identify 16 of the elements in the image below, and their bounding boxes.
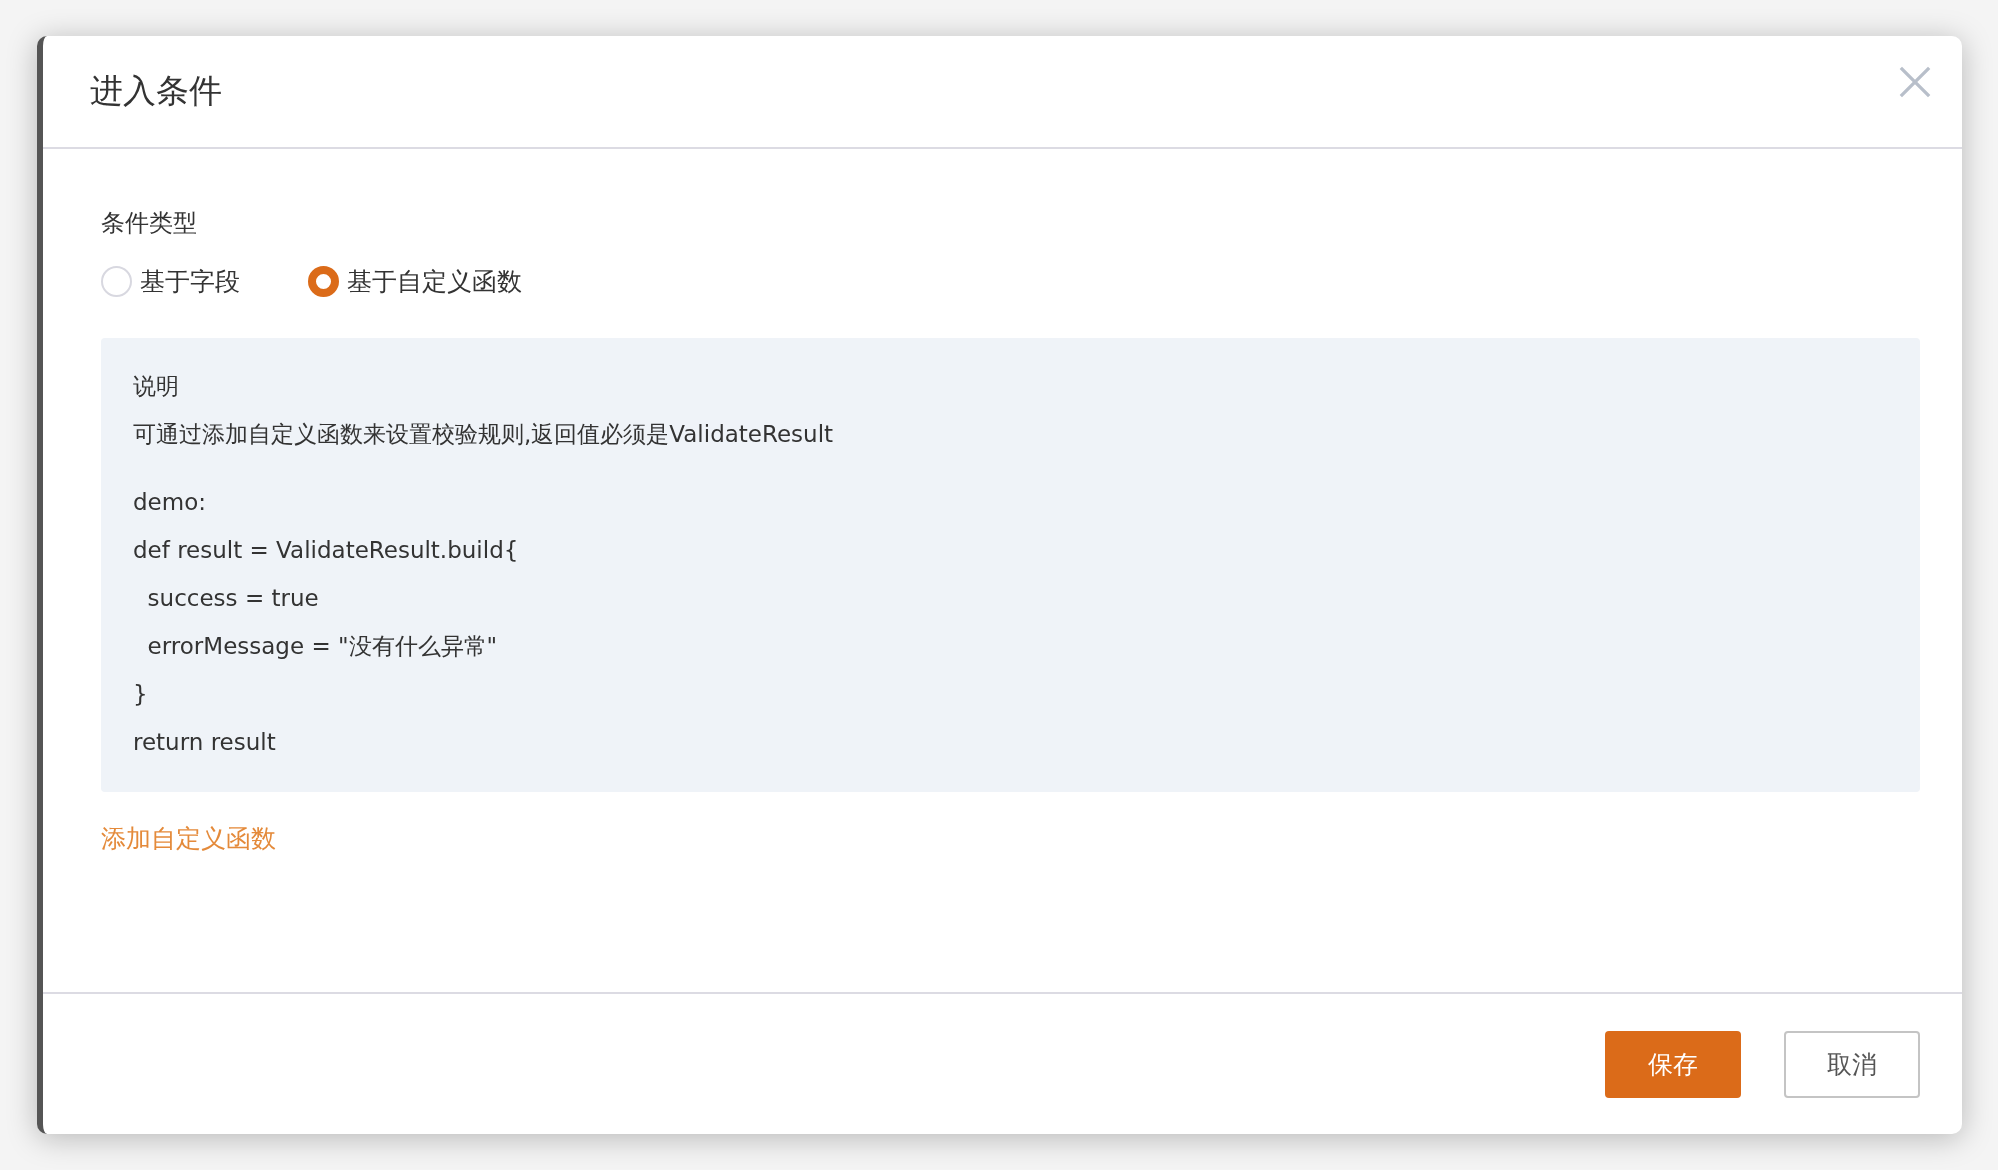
code-line: success = true: [146, 584, 320, 613]
code-line: demo:: [133, 488, 207, 517]
close-button[interactable]: [1898, 64, 1932, 99]
cancel-button[interactable]: 取消: [1784, 1030, 1920, 1098]
close-icon: [1898, 64, 1932, 99]
code-line: errorMessage = "没有什么异常": [146, 632, 499, 661]
info-heading: 说明: [133, 372, 180, 401]
radio-label[interactable]: 基于自定义函数: [347, 265, 522, 298]
radio-button[interactable]: [308, 266, 339, 297]
code-line: return result: [133, 728, 277, 757]
code-line: def result = ValidateResult.build{: [133, 536, 520, 565]
description-text: 可通过添加自定义函数来设置校验规则,返回值必须是ValidateResult: [133, 420, 835, 449]
field-label: 条件类型: [101, 208, 197, 239]
radio-label[interactable]: 基于字段: [140, 265, 240, 298]
dialog-title: 进入条件: [90, 70, 222, 112]
code-line: }: [133, 680, 149, 709]
